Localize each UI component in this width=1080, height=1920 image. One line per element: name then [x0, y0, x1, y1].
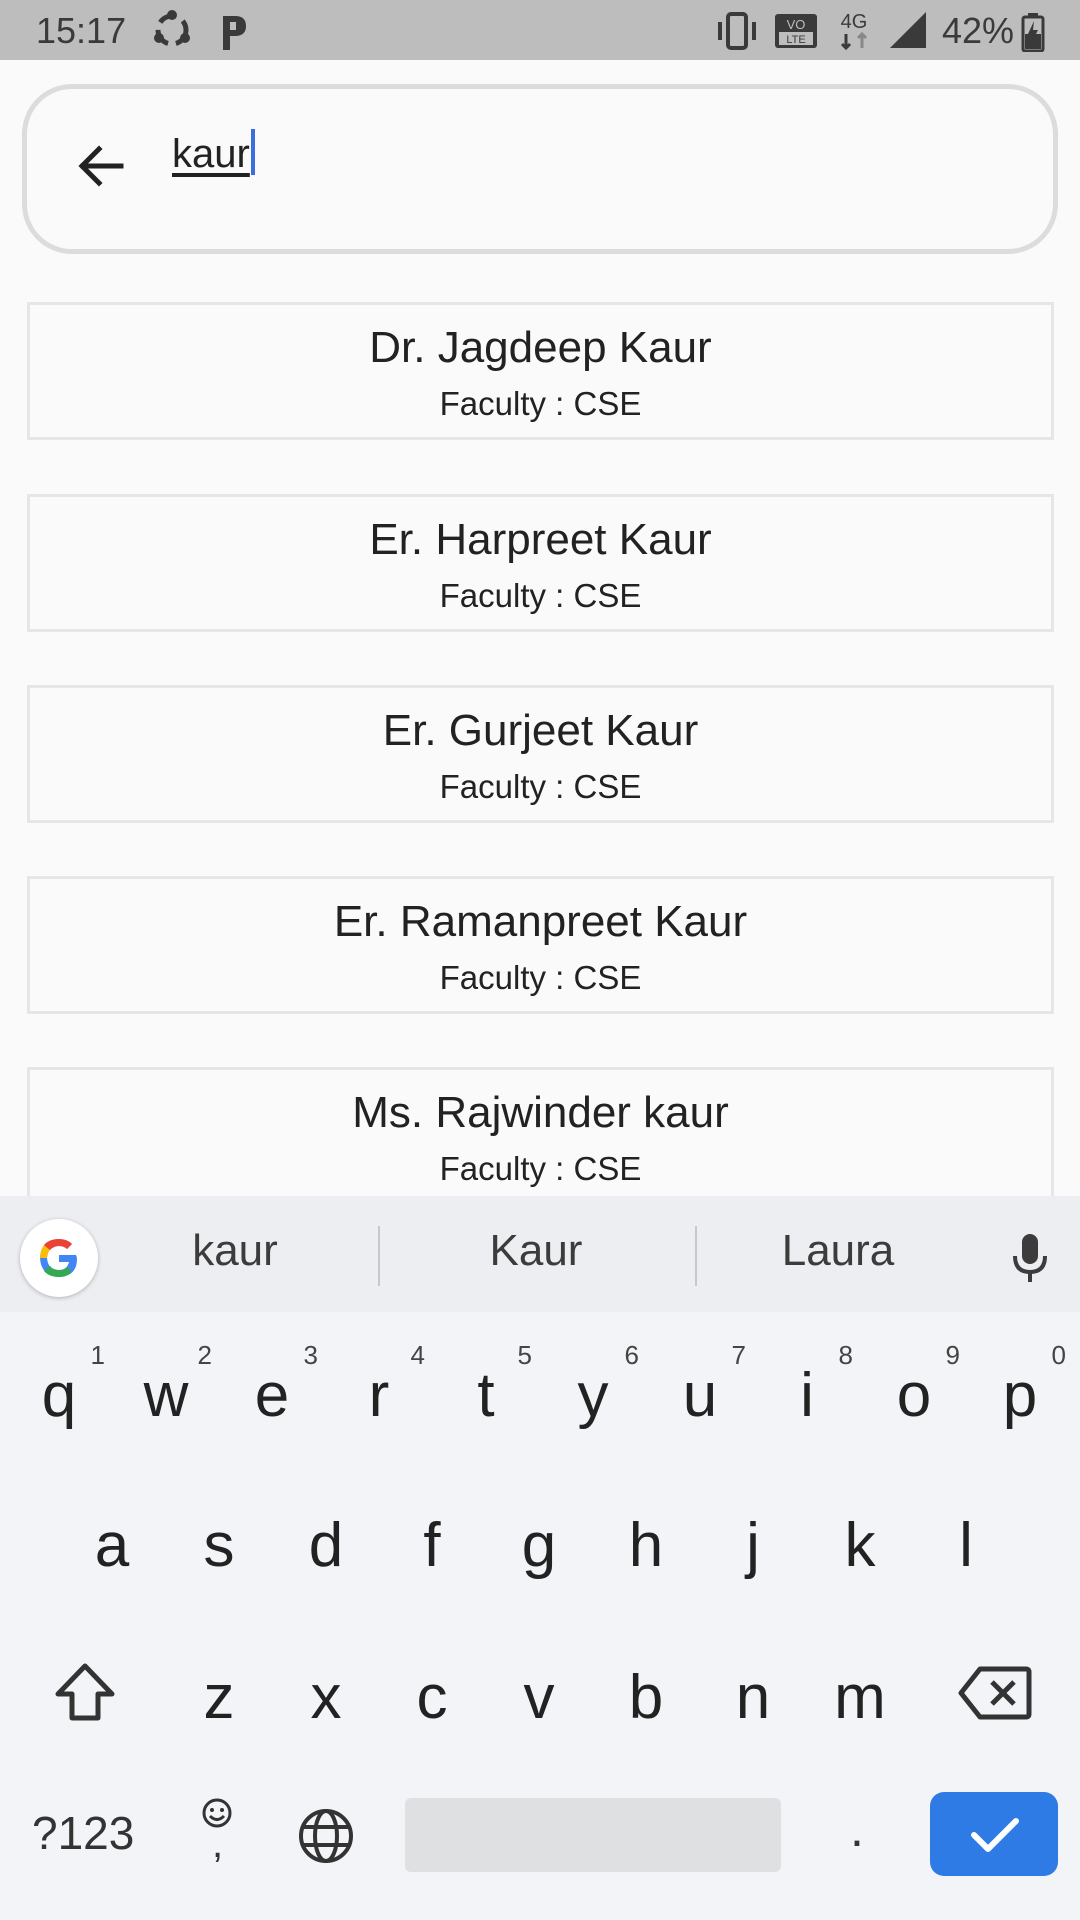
- list-item[interactable]: Ms. Rajwinder kaur Faculty : CSE: [27, 1067, 1054, 1196]
- key-d[interactable]: d: [276, 1484, 376, 1594]
- google-button[interactable]: [20, 1219, 98, 1297]
- key-u[interactable]: 7u: [650, 1334, 750, 1444]
- key-w[interactable]: 2w: [116, 1334, 216, 1444]
- faculty-name: Ms. Rajwinder kaur: [352, 1088, 729, 1137]
- comma-label: ,: [212, 1822, 224, 1866]
- symbols-key[interactable]: ?123: [32, 1806, 134, 1860]
- key-k[interactable]: k: [810, 1484, 910, 1594]
- google-icon: [40, 1239, 77, 1277]
- vibrate-icon: [715, 12, 759, 55]
- status-time: 15:17: [36, 10, 127, 51]
- suggestion-divider: [695, 1226, 697, 1286]
- signal-icon: [888, 10, 928, 55]
- key-n[interactable]: n: [703, 1636, 803, 1746]
- suggestion-divider: [378, 1226, 380, 1286]
- suggestion-1[interactable]: kaur: [120, 1226, 350, 1276]
- key-i[interactable]: 8i: [757, 1334, 857, 1444]
- battery-percent: 42%: [941, 10, 1014, 51]
- 4g-icon: 4G: [836, 10, 872, 57]
- battery-icon: [1020, 12, 1046, 57]
- search-input[interactable]: kaur: [172, 129, 255, 177]
- key-h[interactable]: h: [596, 1484, 696, 1594]
- volte-icon: VO LTE: [773, 12, 819, 55]
- key-g[interactable]: g: [489, 1484, 589, 1594]
- key-m[interactable]: m: [810, 1636, 910, 1746]
- arrow-back-icon: [78, 145, 124, 187]
- faculty-department: Faculty : CSE: [439, 1150, 642, 1187]
- suggestion-2[interactable]: Kaur: [421, 1226, 651, 1276]
- key-o[interactable]: 9o: [864, 1334, 964, 1444]
- key-e[interactable]: 3e: [222, 1334, 322, 1444]
- key-v[interactable]: v: [489, 1636, 589, 1746]
- key-f[interactable]: f: [382, 1484, 482, 1594]
- status-bar: 15:17 VO LTE 4G 42%: [0, 0, 1080, 60]
- shift-key[interactable]: [50, 1658, 120, 1728]
- key-s[interactable]: s: [169, 1484, 269, 1594]
- key-b[interactable]: b: [596, 1636, 696, 1746]
- faculty-name: Er. Ramanpreet Kaur: [333, 897, 748, 946]
- key-c[interactable]: c: [382, 1636, 482, 1746]
- period-key[interactable]: .: [850, 1800, 864, 1858]
- faculty-name: Er. Harpreet Kaur: [369, 515, 712, 564]
- emoji-comma-key[interactable]: ,: [200, 1796, 240, 1866]
- list-item[interactable]: Er. Ramanpreet Kaur Faculty : CSE: [27, 876, 1054, 1014]
- key-l[interactable]: l: [916, 1484, 1016, 1594]
- key-z[interactable]: z: [169, 1636, 269, 1746]
- list-item[interactable]: Er. Gurjeet Kaur Faculty : CSE: [27, 685, 1054, 823]
- svg-text:VO: VO: [787, 17, 806, 32]
- language-key[interactable]: [296, 1806, 356, 1866]
- key-x[interactable]: x: [276, 1636, 376, 1746]
- text-cursor: [250, 129, 255, 175]
- search-bar[interactable]: kaur: [22, 84, 1058, 254]
- p-icon: [218, 12, 248, 57]
- backspace-key[interactable]: [958, 1665, 1032, 1721]
- faculty-department: Faculty : CSE: [439, 959, 642, 996]
- backspace-icon: [958, 1666, 1032, 1720]
- svg-text:LTE: LTE: [786, 34, 805, 46]
- sync-icon: [150, 8, 194, 57]
- back-button[interactable]: [67, 131, 137, 201]
- checkmark-icon: [971, 1818, 1019, 1852]
- list-item[interactable]: Dr. Jagdeep Kaur Faculty : CSE: [27, 302, 1054, 440]
- microphone-button[interactable]: [1010, 1232, 1050, 1284]
- key-j[interactable]: j: [703, 1484, 803, 1594]
- key-y[interactable]: 6y: [543, 1334, 643, 1444]
- faculty-department: Faculty : CSE: [439, 385, 642, 422]
- search-query: kaur: [172, 132, 250, 176]
- results-list: Dr. Jagdeep Kaur Faculty : CSE Er. Harpr…: [0, 300, 1080, 1196]
- key-t[interactable]: 5t: [436, 1334, 536, 1444]
- space-bar[interactable]: [405, 1798, 781, 1872]
- faculty-name: Dr. Jagdeep Kaur: [369, 323, 712, 372]
- suggestion-bar: kaur Kaur Laura: [0, 1196, 1080, 1312]
- key-p[interactable]: 0p: [970, 1334, 1070, 1444]
- list-item[interactable]: Er. Harpreet Kaur Faculty : CSE: [27, 494, 1054, 632]
- faculty-department: Faculty : CSE: [439, 577, 642, 614]
- shift-icon: [55, 1663, 115, 1721]
- key-r[interactable]: 4r: [329, 1334, 429, 1444]
- key-a[interactable]: a: [62, 1484, 162, 1594]
- key-q[interactable]: 1q: [9, 1334, 109, 1444]
- microphone-icon: [1013, 1234, 1047, 1282]
- faculty-name: Er. Gurjeet Kaur: [382, 706, 699, 755]
- globe-icon: [299, 1809, 353, 1863]
- done-button[interactable]: [930, 1792, 1058, 1876]
- network-type-label: 4G: [841, 11, 868, 33]
- suggestion-3[interactable]: Laura: [723, 1226, 953, 1276]
- faculty-department: Faculty : CSE: [439, 768, 642, 805]
